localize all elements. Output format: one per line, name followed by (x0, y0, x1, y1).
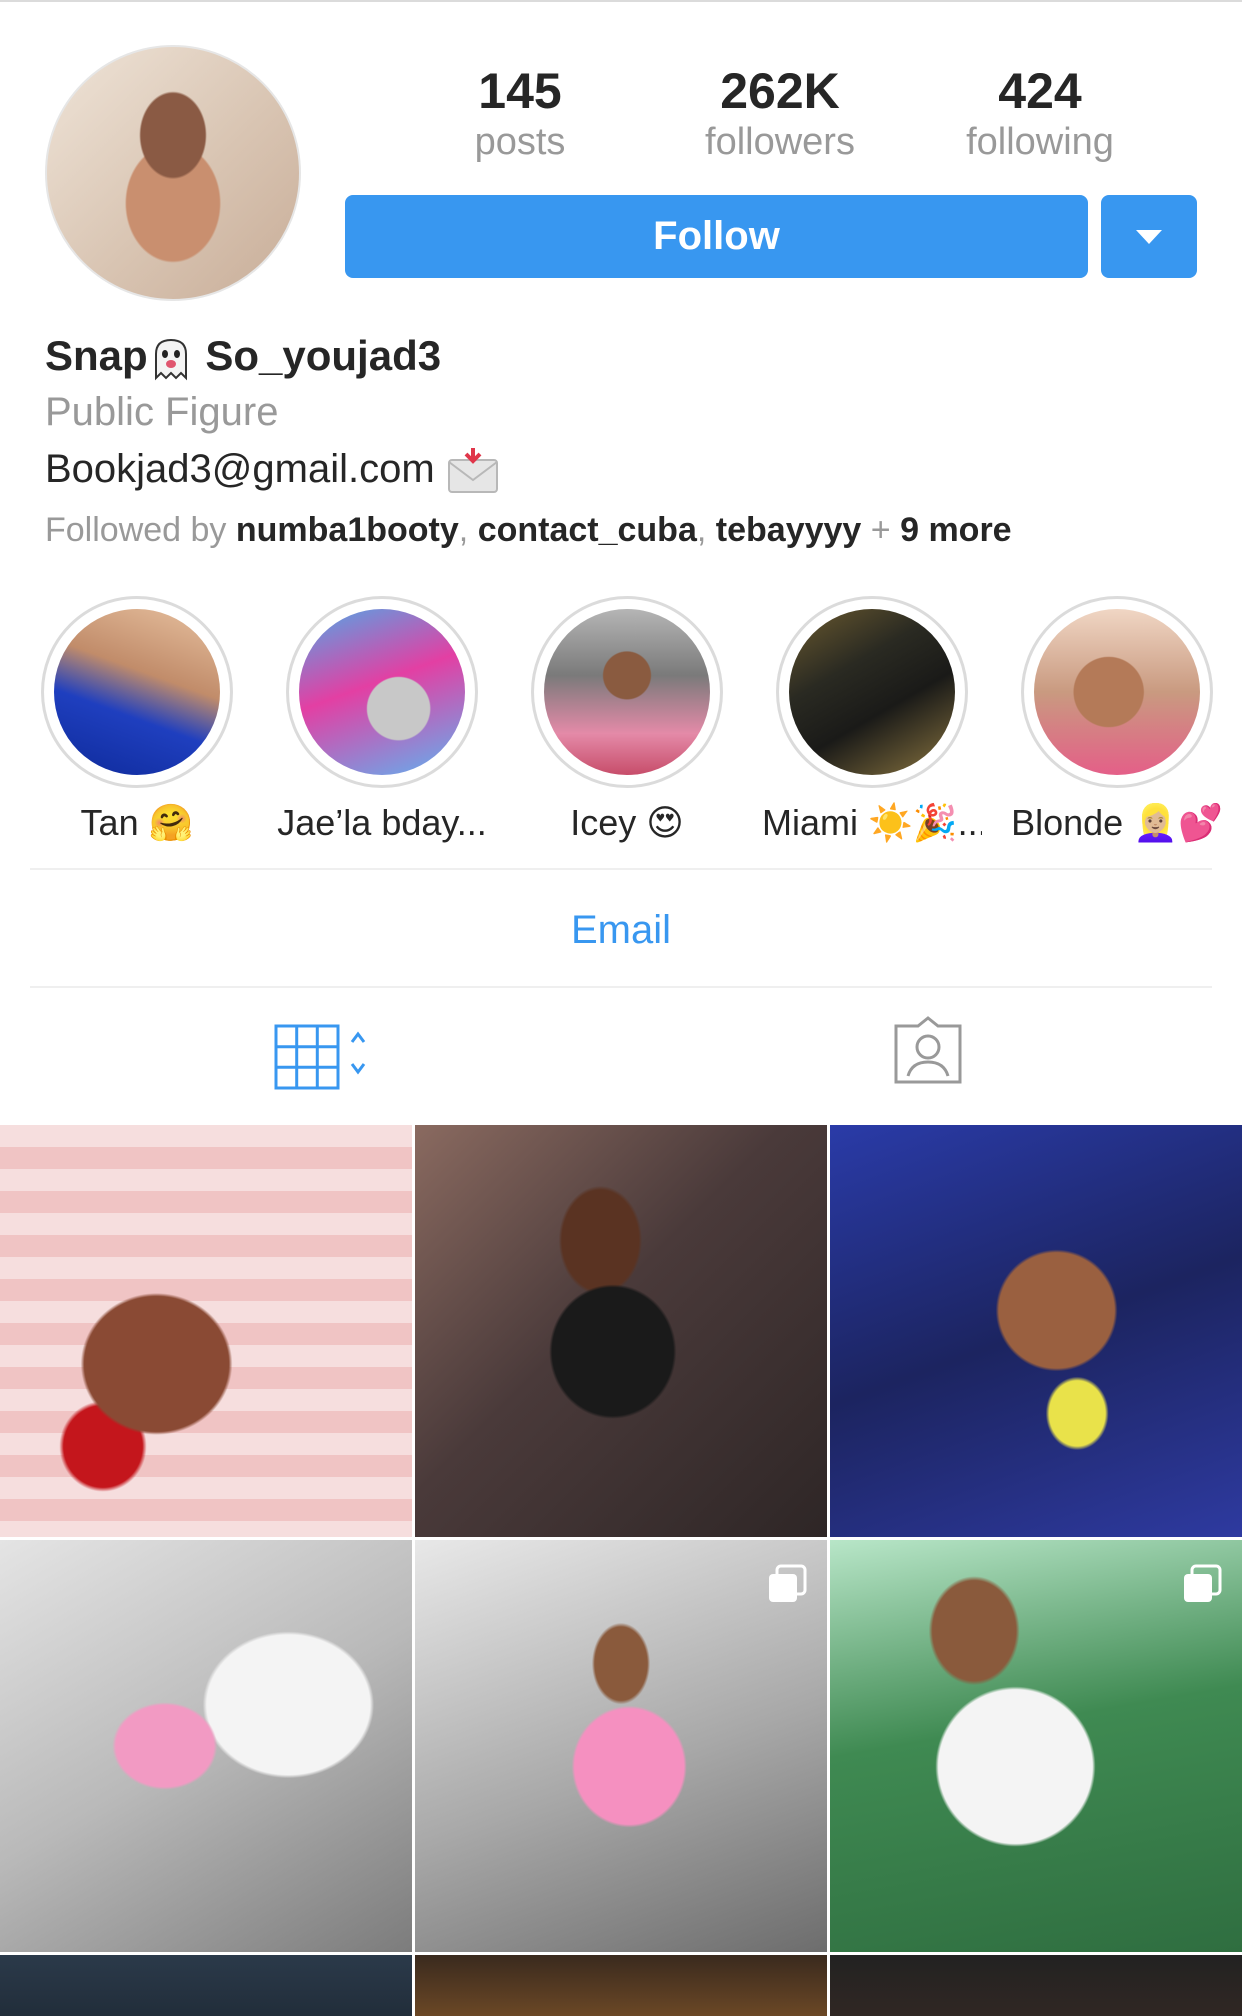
chevron-down-icon (1136, 229, 1162, 244)
highlight-ring (1021, 596, 1213, 788)
post-thumbnail[interactable] (415, 1955, 827, 2016)
profile-avatar[interactable] (45, 45, 301, 301)
highlight-ring (41, 596, 233, 788)
tab-grid-view[interactable] (270, 1020, 380, 1095)
post-thumbnail[interactable] (830, 1125, 1242, 1537)
profile-stats: 145 posts 262K followers 424 following (390, 62, 1170, 164)
status-bar-divider (0, 0, 1242, 2)
following-count: 424 (998, 63, 1082, 119)
tagged-photos-icon (894, 1016, 962, 1084)
followed-by-more[interactable]: 9 more (900, 511, 1012, 549)
post-thumbnail[interactable] (0, 1540, 412, 1952)
followed-by-user[interactable]: numba1booty (236, 511, 459, 549)
bio-email-line: Bookjad3@gmail.com (45, 440, 1205, 498)
highlight-item[interactable]: Miami ☀️🎉... (762, 596, 982, 844)
post-thumbnail[interactable] (415, 1125, 827, 1537)
post-thumbnail[interactable] (830, 1955, 1242, 2016)
highlight-ring (531, 596, 723, 788)
post-thumbnail[interactable] (0, 1955, 412, 2016)
post-thumbnail[interactable] (0, 1125, 412, 1537)
posts-label: posts (474, 121, 566, 163)
name-prefix: Snap (45, 332, 148, 379)
suggested-accounts-button[interactable] (1101, 195, 1197, 278)
highlight-cover (544, 609, 710, 775)
highlight-ring (286, 596, 478, 788)
stat-followers[interactable]: 262K followers (650, 62, 910, 164)
post-thumbnail[interactable] (830, 1540, 1242, 1952)
ghost-icon (154, 338, 187, 381)
profile-name: Snap So_youjad3 (45, 328, 1205, 384)
followed-by-user[interactable]: contact_cuba (478, 511, 697, 549)
followed-by-user[interactable]: tebayyyy (716, 511, 862, 549)
following-label: following (966, 121, 1114, 163)
highlight-label: Tan 🤗 (80, 802, 194, 843)
highlight-item[interactable]: Blonde 👱🏼‍♀️💕 (1007, 596, 1227, 844)
profile-category: Public Figure (45, 390, 279, 434)
divider (30, 986, 1212, 988)
highlight-label: Icey 😍 (570, 802, 684, 843)
highlight-cover (299, 609, 465, 775)
post-thumbnail[interactable] (415, 1540, 827, 1952)
highlight-label: Jae’la bday... (277, 802, 487, 843)
email-contact-button[interactable]: Email (0, 880, 1242, 980)
stat-posts[interactable]: 145 posts (390, 62, 650, 164)
followed-by-prefix: Followed by (45, 511, 227, 549)
follow-button[interactable]: Follow (345, 195, 1088, 278)
highlight-cover (1034, 609, 1200, 775)
tab-tagged[interactable] (892, 1014, 964, 1091)
profile-bio: Snap So_youjad3 Public Figure Bookjad3@g… (45, 328, 1205, 558)
posts-count: 145 (478, 63, 562, 119)
highlight-cover (789, 609, 955, 775)
incoming-envelope-icon (447, 448, 498, 494)
plus-sign: + (870, 511, 891, 549)
multiple-photos-icon (1184, 1564, 1222, 1602)
stat-following[interactable]: 424 following (910, 62, 1170, 164)
highlight-item[interactable]: Icey 😍 (517, 596, 737, 844)
followed-by-line[interactable]: Followed by numba1booty, contact_cuba, t… (45, 502, 1205, 558)
multiple-photos-icon (769, 1564, 807, 1602)
highlight-item[interactable]: Jae’la bday... (272, 596, 492, 844)
grid-view-icon (274, 1024, 366, 1090)
highlight-label: Blonde 👱🏼‍♀️💕 (1011, 802, 1223, 843)
highlight-ring (776, 596, 968, 788)
name-suffix: So_youjad3 (205, 332, 442, 379)
followers-count: 262K (720, 63, 840, 119)
followers-label: followers (705, 121, 855, 163)
highlight-item[interactable]: Tan 🤗 (27, 596, 247, 844)
divider (30, 868, 1212, 870)
highlight-cover (54, 609, 220, 775)
highlight-label: Miami ☀️🎉... (762, 802, 982, 843)
profile-tabs (0, 990, 1242, 1130)
bio-email-text: Bookjad3@gmail.com (45, 447, 435, 491)
